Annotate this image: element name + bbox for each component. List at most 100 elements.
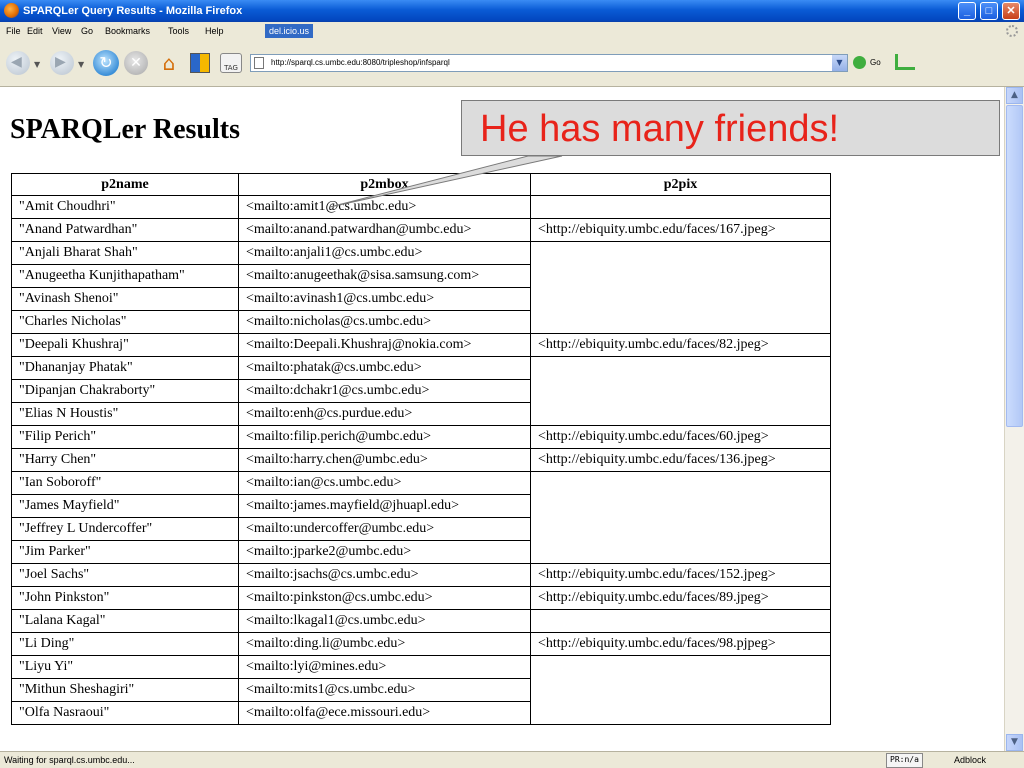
cell-p2name: "James Mayfield" <box>11 494 239 518</box>
table-row: "Dhananjay Phatak" <mailto:phatak@cs.umbc… <box>11 356 831 426</box>
url-text[interactable]: http://sparql.cs.umbc.edu:8080/triplesho… <box>271 55 450 71</box>
menu-tools[interactable]: Tools <box>168 22 189 40</box>
cell-p2name: "Amit Choudhri" <box>11 195 239 219</box>
adblock-button[interactable]: Adblock <box>954 752 986 768</box>
cell-p2mbox: <mailto:enh@cs.purdue.edu> <box>238 402 531 426</box>
firefox-icon <box>4 3 19 18</box>
pagerank-badge[interactable]: PR:n/a <box>886 753 923 768</box>
table-row: "Ian Soboroff" <mailto:ian@cs.umbc.edu> <box>11 471 831 564</box>
cell-p2pix: <http://ebiquity.umbc.edu/faces/89.jpeg> <box>530 586 831 610</box>
cell-p2mbox: <mailto:lyi@mines.edu> <box>238 655 531 679</box>
cell-p2mbox: <mailto:ding.li@umbc.edu> <box>238 632 531 656</box>
table-row: "Deepali Khushraj" <mailto:Deepali.Khushr… <box>11 333 831 357</box>
cell-p2name: "Dhananjay Phatak" <box>11 356 239 380</box>
results-table: p2name p2mbox p2pix "Amit Choudhri" <mail… <box>11 173 831 725</box>
forward-dropdown-icon[interactable]: ▼ <box>78 60 84 69</box>
cell-p2name: "Anand Patwardhan" <box>11 218 239 242</box>
scroll-thumb[interactable] <box>1006 105 1023 427</box>
menu-delicious[interactable]: del.icio.us <box>265 24 314 38</box>
back-arrow-icon: ◀ <box>11 54 22 70</box>
menu-view[interactable]: View <box>52 22 71 40</box>
cell-p2pix <box>530 609 831 633</box>
cell-p2pix <box>530 471 831 564</box>
menu-file[interactable]: File <box>6 22 21 40</box>
table-row: "Anand Patwardhan" <mailto:anand.patwardh… <box>11 218 831 242</box>
cell-p2mbox: <mailto:avinash1@cs.umbc.edu> <box>238 287 531 311</box>
back-button[interactable]: ◀ <box>6 51 30 75</box>
bookmark-icon[interactable] <box>190 53 210 73</box>
cell-p2mbox: <mailto:phatak@cs.umbc.edu> <box>238 356 531 380</box>
forward-arrow-icon: ▶ <box>55 54 66 70</box>
cell-p2name: "Li Ding" <box>11 632 239 656</box>
home-icon[interactable]: ⌂ <box>156 51 182 75</box>
cell-p2name: "Jim Parker" <box>11 540 239 564</box>
cell-p2pix <box>530 655 831 725</box>
cell-p2mbox: <mailto:harry.chen@umbc.edu> <box>238 448 531 472</box>
back-dropdown-icon[interactable]: ▼ <box>34 60 40 69</box>
page-icon <box>254 57 264 69</box>
cell-p2name: "Lalana Kagal" <box>11 609 239 633</box>
go-label: Go <box>870 58 881 67</box>
cell-p2name: "Ian Soboroff" <box>11 471 239 495</box>
cell-p2pix: <http://ebiquity.umbc.edu/faces/82.jpeg> <box>530 333 831 357</box>
cell-p2mbox: <mailto:anand.patwardhan@umbc.edu> <box>238 218 531 242</box>
maximize-button[interactable]: □ <box>980 2 998 20</box>
cell-p2name: "Mithun Sheshagiri" <box>11 678 239 702</box>
scroll-down-icon[interactable]: ▼ <box>1006 734 1023 751</box>
vertical-scrollbar[interactable]: ▲ ▼ <box>1004 87 1024 751</box>
table-row: "Liyu Yi" <mailto:lyi@mines.edu> <box>11 655 831 725</box>
menu-edit[interactable]: Edit <box>27 22 43 40</box>
callout-annotation: He has many friends! <box>461 100 1000 156</box>
header-p2name: p2name <box>11 173 239 196</box>
stop-icon[interactable]: ✕ <box>124 51 148 75</box>
scroll-up-icon[interactable]: ▲ <box>1006 87 1023 104</box>
cell-p2pix <box>530 195 831 219</box>
cell-p2mbox: <mailto:ian@cs.umbc.edu> <box>238 471 531 495</box>
cell-p2mbox: <mailto:jparke2@umbc.edu> <box>238 540 531 564</box>
table-row: "Harry Chen" <mailto:harry.chen@umbc.edu>… <box>11 448 831 472</box>
reload-icon[interactable]: ↻ <box>93 50 119 76</box>
cell-p2name: "John Pinkston" <box>11 586 239 610</box>
tag-button[interactable]: TAG <box>220 53 242 73</box>
menu-bookmarks[interactable]: Bookmarks <box>105 22 150 40</box>
go-button[interactable]: Go <box>853 55 881 71</box>
cell-p2mbox: <mailto:olfa@ece.missouri.edu> <box>238 701 531 725</box>
cell-p2name: "Anugeetha Kunjithapatham" <box>11 264 239 288</box>
header-p2pix: p2pix <box>530 173 831 196</box>
table-row: "Li Ding" <mailto:ding.li@umbc.edu> <http:… <box>11 632 831 656</box>
cell-p2name: "Charles Nicholas" <box>11 310 239 334</box>
url-bar[interactable]: http://sparql.cs.umbc.edu:8080/triplesho… <box>250 54 848 72</box>
cell-p2mbox: <mailto:anjali1@cs.umbc.edu> <box>238 241 531 265</box>
minimize-button[interactable]: _ <box>958 2 976 20</box>
cell-p2mbox: <mailto:Deepali.Khushraj@nokia.com> <box>238 333 531 357</box>
cell-p2name: "Harry Chen" <box>11 448 239 472</box>
delicious-icon[interactable] <box>895 54 915 70</box>
table-row: "Joel Sachs" <mailto:jsachs@cs.umbc.edu> <… <box>11 563 831 587</box>
results-body: "Amit Choudhri" <mailto:amit1@cs.umbc.edu… <box>11 195 831 725</box>
status-bar: Waiting for sparql.cs.umbc.edu... PR:n/a… <box>0 751 1024 768</box>
page-content: SPARQLer Results p2name p2mbox p2pix "Am… <box>0 87 1004 751</box>
cell-p2name: "Joel Sachs" <box>11 563 239 587</box>
url-dropdown-icon[interactable]: ▼ <box>832 55 847 71</box>
menu-bar: File Edit View Go Bookmarks Tools Help d… <box>0 22 1024 40</box>
cell-p2pix: <http://ebiquity.umbc.edu/faces/98.pjpeg… <box>530 632 831 656</box>
cell-p2name: "Liyu Yi" <box>11 655 239 679</box>
cell-p2name: "Jeffrey L Undercoffer" <box>11 517 239 541</box>
cell-p2name: "Avinash Shenoi" <box>11 287 239 311</box>
close-button[interactable]: ✕ <box>1002 2 1020 20</box>
navigation-toolbar: ◀ ▼ ▶ ▼ ↻ ✕ ⌂ TAG http://sparql.cs.umbc.… <box>0 40 1024 87</box>
cell-p2mbox: <mailto:anugeethak@sisa.samsung.com> <box>238 264 531 288</box>
cell-p2mbox: <mailto:pinkston@cs.umbc.edu> <box>238 586 531 610</box>
cell-p2name: "Anjali Bharat Shah" <box>11 241 239 265</box>
menu-help[interactable]: Help <box>205 22 224 40</box>
cell-p2name: "Olfa Nasraoui" <box>11 701 239 725</box>
window-titlebar[interactable]: SPARQLer Query Results - Mozilla Firefox… <box>0 0 1024 22</box>
cell-p2pix: <http://ebiquity.umbc.edu/faces/136.jpeg… <box>530 448 831 472</box>
menu-go[interactable]: Go <box>81 22 93 40</box>
cell-p2mbox: <mailto:james.mayfield@jhuapl.edu> <box>238 494 531 518</box>
forward-button[interactable]: ▶ <box>50 51 74 75</box>
cell-p2mbox: <mailto:mits1@cs.umbc.edu> <box>238 678 531 702</box>
table-row: "Lalana Kagal" <mailto:lkagal1@cs.umbc.ed… <box>11 609 831 633</box>
cell-p2name: "Dipanjan Chakraborty" <box>11 379 239 403</box>
table-row: "John Pinkston" <mailto:pinkston@cs.umbc.… <box>11 586 831 610</box>
